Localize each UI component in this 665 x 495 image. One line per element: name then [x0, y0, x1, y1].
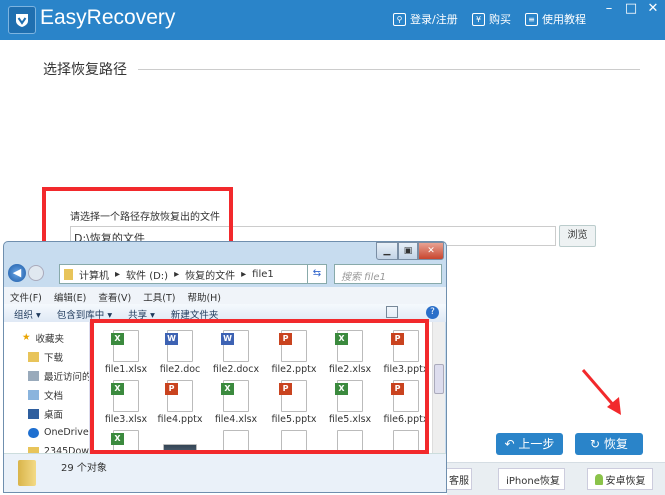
folder-icon — [28, 351, 39, 362]
view-icon[interactable] — [386, 306, 398, 318]
login-button[interactable]: ⚲ 登录/注册 — [393, 11, 458, 27]
menu-file[interactable]: 文件(F) — [10, 290, 42, 304]
nav-documents[interactable]: 文档 — [4, 385, 89, 404]
close-button[interactable]: ✕ — [643, 1, 663, 16]
share-button[interactable]: 共享 ▾ — [128, 307, 155, 321]
search-input[interactable]: 搜索 file1 — [334, 264, 442, 284]
nav-favorites[interactable]: ★ 收藏夹 — [4, 328, 89, 347]
refresh-icon[interactable]: ⇆ — [307, 264, 327, 284]
back-nav-button[interactable]: ◀ — [8, 264, 26, 282]
minimize-button[interactable]: – — [599, 1, 619, 16]
section-heading: 选择恢复路径 — [43, 62, 127, 78]
tutorial-button[interactable]: ≡ 使用教程 — [525, 11, 586, 27]
android-icon — [594, 473, 603, 485]
menu-bar: 文件(F) 编辑(E) 查看(V) 工具(T) 帮助(H) — [4, 287, 446, 304]
address-bar[interactable]: 计算机 ▸ 软件 (D:) ▸ 恢复的文件 ▸ file1 — [59, 264, 325, 284]
include-library-button[interactable]: 包含到库中 ▾ — [57, 307, 112, 321]
key-icon: ⚲ — [393, 12, 406, 26]
menu-edit[interactable]: 编辑(E) — [54, 290, 86, 304]
explorer-maximize-button[interactable]: ▣ — [398, 242, 418, 260]
login-label: 登录/注册 — [410, 13, 458, 26]
tutorial-label: 使用教程 — [542, 13, 586, 26]
menu-tools[interactable]: 工具(T) — [143, 290, 175, 304]
highlight-box — [42, 187, 233, 248]
buy-label: 购买 — [489, 13, 511, 26]
back-arrow-icon: ↶ — [504, 437, 519, 451]
forward-nav-button[interactable] — [28, 265, 44, 281]
recent-icon — [28, 370, 39, 381]
highlight-box — [90, 319, 429, 454]
book-icon: ≡ — [525, 12, 538, 26]
android-recovery-button[interactable]: 安卓恢复 — [587, 468, 653, 490]
star-icon: ★ — [22, 332, 31, 343]
breadcrumb-2[interactable]: 恢复的文件 — [185, 267, 235, 282]
browse-button[interactable]: 浏览 — [559, 225, 596, 247]
new-folder-button[interactable]: 新建文件夹 — [171, 307, 219, 321]
previous-step-button[interactable]: ↶ 上一步 — [496, 433, 563, 455]
logo-icon — [8, 6, 36, 34]
navigation-pane: ★收藏夹 下载 最近访问的位置 文档 桌面 OneDrive 2345Downl… — [4, 322, 90, 457]
refresh-icon: ↻ — [590, 437, 604, 451]
nav-downloads[interactable]: 下载 — [4, 347, 89, 366]
menu-help[interactable]: 帮助(H) — [187, 290, 221, 304]
nav-desktop[interactable]: 桌面 — [4, 404, 89, 423]
app-title: EasyRecovery — [40, 6, 176, 29]
menu-view[interactable]: 查看(V) — [98, 290, 131, 304]
folder-icon — [18, 460, 36, 486]
help-icon[interactable]: ? — [426, 306, 439, 319]
service-button[interactable]: 客服 — [447, 468, 472, 490]
folder-icon — [64, 268, 73, 280]
breadcrumb-0[interactable]: 计算机 — [79, 267, 109, 282]
yen-icon: ¥ — [472, 12, 485, 26]
footer-bar: 客服 iPhone恢复 安卓恢复 — [447, 462, 665, 495]
vertical-scrollbar[interactable] — [432, 322, 445, 453]
documents-icon — [28, 389, 39, 400]
cloud-icon — [28, 427, 39, 438]
status-bar: 29 个对象 — [4, 453, 446, 492]
nav-onedrive[interactable]: OneDrive — [4, 423, 89, 442]
breadcrumb-1[interactable]: 软件 (D:) — [126, 267, 168, 282]
red-arrow-icon — [581, 369, 621, 415]
organize-button[interactable]: 组织 ▾ — [14, 307, 41, 321]
iphone-recovery-button[interactable]: iPhone恢复 — [498, 468, 565, 490]
nav-recent[interactable]: 最近访问的位置 — [4, 366, 89, 385]
breadcrumb-3[interactable]: file1 — [252, 269, 274, 280]
explorer-minimize-button[interactable]: ▁ — [376, 242, 398, 260]
item-count: 29 个对象 — [61, 463, 107, 474]
divider — [138, 69, 640, 70]
desktop-icon — [28, 408, 39, 419]
header: EasyRecovery ⚲ 登录/注册 ¥ 购买 ≡ 使用教程 – □ ✕ — [0, 0, 665, 40]
maximize-button[interactable]: □ — [621, 1, 641, 16]
recover-button[interactable]: ↻ 恢复 — [575, 433, 643, 455]
explorer-close-button[interactable]: ✕ — [418, 242, 444, 260]
buy-button[interactable]: ¥ 购买 — [472, 11, 511, 27]
